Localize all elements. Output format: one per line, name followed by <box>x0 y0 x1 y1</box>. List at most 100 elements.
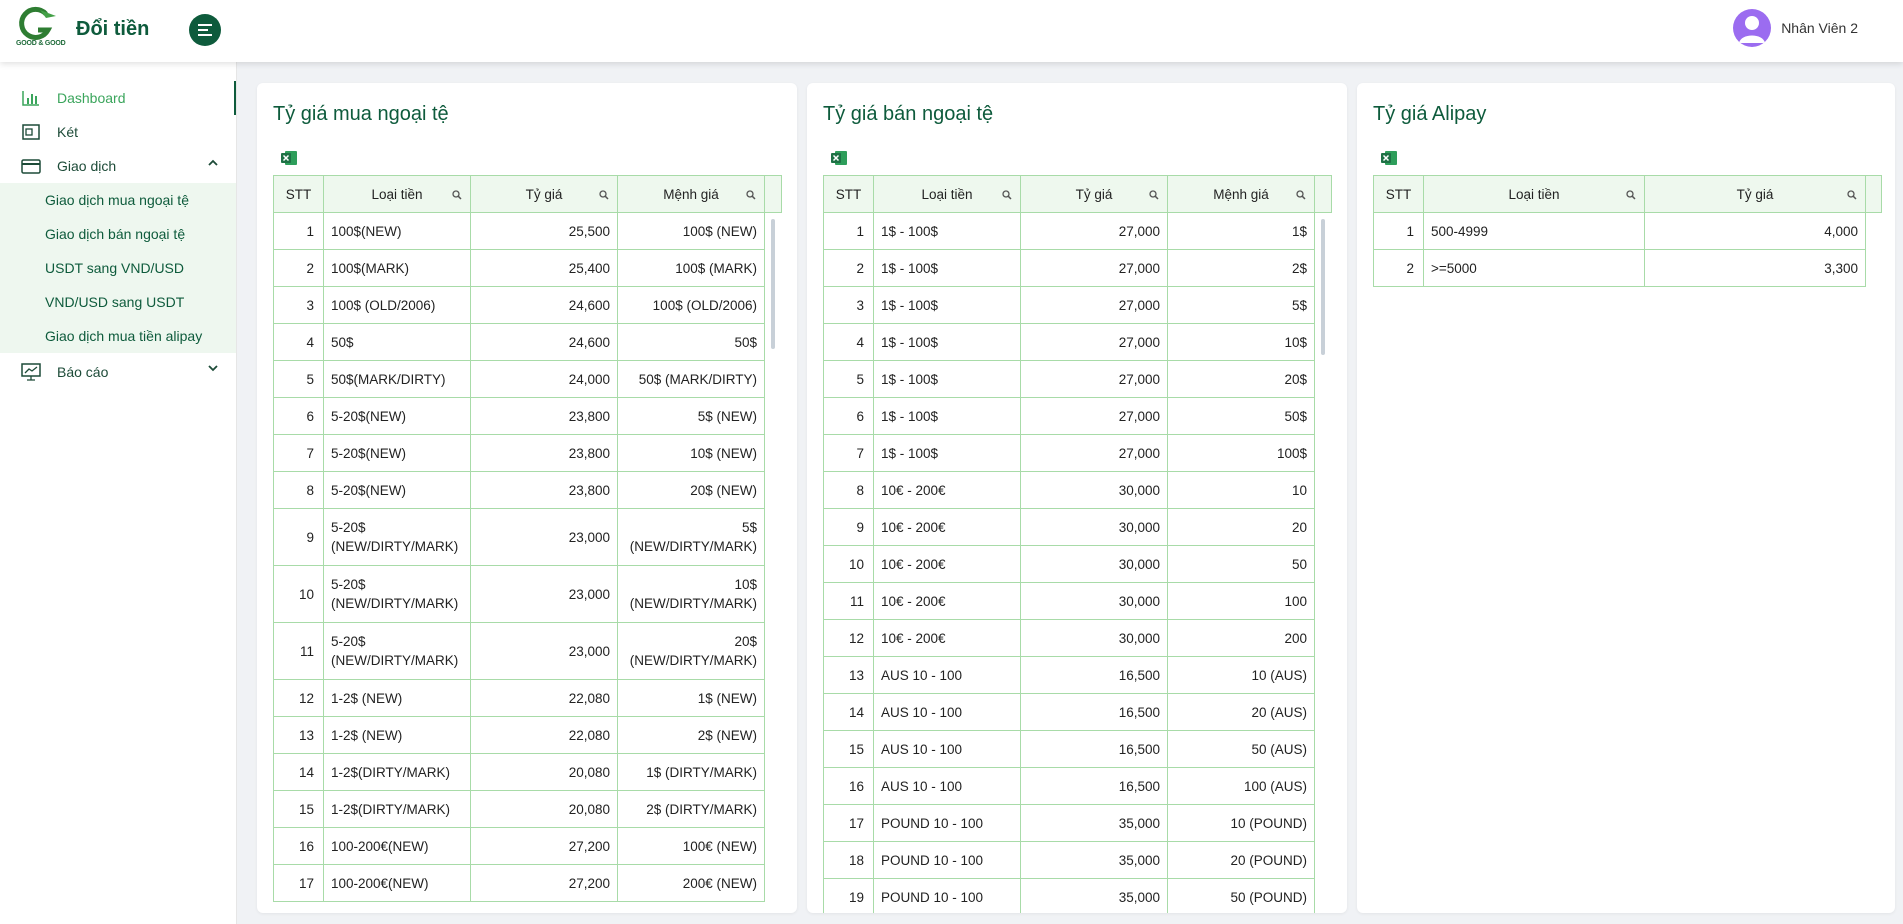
cell-stt: 6 <box>823 397 874 435</box>
search-icon[interactable] <box>746 188 756 203</box>
sidebar-item-dashboard[interactable]: Dashboard <box>0 81 236 115</box>
column-header-currency-type[interactable]: Loại tiền <box>873 175 1021 213</box>
table-row[interactable]: 14 1-2$(DIRTY/MARK) 20,080 1$ (DIRTY/MARK) <box>273 753 782 791</box>
table-row[interactable]: 1 100$(NEW) 25,500 100$ (NEW) <box>273 212 782 250</box>
table-row[interactable]: 5 50$(MARK/DIRTY) 24,000 50$ (MARK/DIRTY) <box>273 360 782 398</box>
column-header-stt[interactable]: STT <box>1373 175 1424 213</box>
table-cell: 27,000 <box>1020 434 1168 472</box>
table-row[interactable]: 17 100-200€(NEW) 27,200 200€ (NEW) <box>273 864 782 902</box>
table-row[interactable]: 11 10€ - 200€ 30,000 100 <box>823 582 1332 620</box>
table-row[interactable]: 16 AUS 10 - 100 16,500 100 (AUS) <box>823 767 1332 805</box>
sidebar-subitem-ban-ngoai-te[interactable]: Giao dịch bán ngoại tệ <box>0 217 236 251</box>
table-cell: 50$ <box>617 323 765 361</box>
table-row[interactable]: 1 1$ - 100$ 27,000 1$ <box>823 212 1332 250</box>
table-row[interactable]: 2 100$(MARK) 25,400 100$ (MARK) <box>273 249 782 287</box>
sidebar-item-ket[interactable]: Két <box>0 115 236 149</box>
table-row[interactable]: 9 5-20$ (NEW/DIRTY/MARK) 23,000 5$ (NEW/DIR… <box>273 508 782 566</box>
table-row[interactable]: 14 AUS 10 - 100 16,500 20 (AUS) <box>823 693 1332 731</box>
column-header-currency-type[interactable]: Loại tiền <box>1423 175 1645 213</box>
table-row[interactable]: 11 5-20$ (NEW/DIRTY/MARK) 23,000 20$ (NEW/D… <box>273 622 782 680</box>
table-row[interactable]: 13 AUS 10 - 100 16,500 10 (AUS) <box>823 656 1332 694</box>
table-row[interactable]: 10 10€ - 200€ 30,000 50 <box>823 545 1332 583</box>
search-icon[interactable] <box>1847 188 1857 203</box>
cell-stt: 15 <box>273 790 324 828</box>
table-row[interactable]: 2 >=5000 3,300 <box>1373 249 1882 287</box>
table-cell: 1$ - 100$ <box>873 434 1021 472</box>
sidebar-subitem-mua-ngoai-te[interactable]: Giao dịch mua ngoại tệ <box>0 183 236 217</box>
excel-export-icon[interactable] <box>830 150 848 169</box>
table-row[interactable]: 4 50$ 24,600 50$ <box>273 323 782 361</box>
table-cell: 27,000 <box>1020 323 1168 361</box>
buy-table-scrollbar[interactable] <box>771 219 775 349</box>
excel-export-icon[interactable] <box>1380 150 1398 169</box>
user-menu[interactable]: Nhân Viên 2 <box>1733 9 1858 47</box>
table-row[interactable]: 15 1-2$(DIRTY/MARK) 20,080 2$ (DIRTY/MARK) <box>273 790 782 828</box>
table-row[interactable]: 19 POUND 10 - 100 35,000 50 (POUND) <box>823 878 1332 913</box>
table-row[interactable]: 3 100$ (OLD/2006) 24,600 100$ (OLD/2006) <box>273 286 782 324</box>
sidebar-subitem-vnd-to-usdt[interactable]: VND/USD sang USDT <box>0 285 236 319</box>
scrollbar-header-spacer <box>1865 175 1882 213</box>
table-cell: 20 (AUS) <box>1167 693 1315 731</box>
table-row[interactable]: 7 1$ - 100$ 27,000 100$ <box>823 434 1332 472</box>
cell-stt: 13 <box>273 716 324 754</box>
table-row[interactable]: 15 AUS 10 - 100 16,500 50 (AUS) <box>823 730 1332 768</box>
table-row[interactable]: 16 100-200€(NEW) 27,200 100€ (NEW) <box>273 827 782 865</box>
table-cell: 23,000 <box>470 622 618 680</box>
table-row[interactable]: 3 1$ - 100$ 27,000 5$ <box>823 286 1332 324</box>
avatar[interactable] <box>1733 9 1772 47</box>
search-icon[interactable] <box>1296 188 1306 203</box>
table-row[interactable]: 7 5-20$(NEW) 23,800 10$ (NEW) <box>273 434 782 472</box>
table-row[interactable]: 6 5-20$(NEW) 23,800 5$ (NEW) <box>273 397 782 435</box>
excel-export-icon[interactable] <box>280 150 298 169</box>
table-row[interactable]: 9 10€ - 200€ 30,000 20 <box>823 508 1332 546</box>
table-row[interactable]: 10 5-20$ (NEW/DIRTY/MARK) 23,000 10$ (NEW/D… <box>273 565 782 623</box>
table-cell: 23,000 <box>470 508 618 566</box>
search-icon[interactable] <box>599 188 609 203</box>
table-cell: 25,400 <box>470 249 618 287</box>
column-header-stt[interactable]: STT <box>273 175 324 213</box>
table-row[interactable]: 6 1$ - 100$ 27,000 50$ <box>823 397 1332 435</box>
table-cell: 2$ <box>1167 249 1315 287</box>
cell-stt: 11 <box>273 622 324 680</box>
column-header-rate[interactable]: Tỷ giá <box>1020 175 1168 213</box>
sidebar-subitem-usdt-to-vnd[interactable]: USDT sang VND/USD <box>0 251 236 285</box>
table-cell: 23,000 <box>470 565 618 623</box>
column-header-rate[interactable]: Tỷ giá <box>470 175 618 213</box>
table-cell: 100 (AUS) <box>1167 767 1315 805</box>
column-header-currency-type[interactable]: Loại tiền <box>323 175 471 213</box>
sidebar-item-giao-dich[interactable]: Giao dịch <box>0 149 236 183</box>
sell-rates-table: STT Loại tiền Tỷ giá Mệnh giá 1 1$ - 100$… <box>823 175 1332 913</box>
sell-table-scrollbar[interactable] <box>1321 219 1325 355</box>
search-icon[interactable] <box>452 188 462 203</box>
table-row[interactable]: 12 10€ - 200€ 30,000 200 <box>823 619 1332 657</box>
table-row[interactable]: 12 1-2$ (NEW) 22,080 1$ (NEW) <box>273 679 782 717</box>
column-header-denomination[interactable]: Mệnh giá <box>617 175 765 213</box>
table-row[interactable]: 17 POUND 10 - 100 35,000 10 (POUND) <box>823 804 1332 842</box>
table-cell: 50 (POUND) <box>1167 878 1315 913</box>
cell-stt: 13 <box>823 656 874 694</box>
column-header-denomination[interactable]: Mệnh giá <box>1167 175 1315 213</box>
menu-toggle-button[interactable] <box>189 14 221 46</box>
table-cell: 5$ (NEW/DIRTY/MARK) <box>617 508 765 566</box>
chevron-up-icon <box>208 159 218 166</box>
search-icon[interactable] <box>1149 188 1159 203</box>
table-cell: 100$ (OLD/2006) <box>323 286 471 324</box>
table-row[interactable]: 13 1-2$ (NEW) 22,080 2$ (NEW) <box>273 716 782 754</box>
table-row[interactable]: 18 POUND 10 - 100 35,000 20 (POUND) <box>823 841 1332 879</box>
cell-stt: 15 <box>823 730 874 768</box>
column-header-stt[interactable]: STT <box>823 175 874 213</box>
safe-icon <box>20 123 42 141</box>
table-row[interactable]: 8 5-20$(NEW) 23,800 20$ (NEW) <box>273 471 782 509</box>
table-cell: 20$ (NEW/DIRTY/MARK) <box>617 622 765 680</box>
sidebar-item-bao-cao[interactable]: Báo cáo <box>0 355 236 389</box>
column-header-rate[interactable]: Tỷ giá <box>1644 175 1866 213</box>
table-row[interactable]: 4 1$ - 100$ 27,000 10$ <box>823 323 1332 361</box>
sidebar-subitem-mua-alipay[interactable]: Giao dịch mua tiền alipay <box>0 319 236 353</box>
table-row[interactable]: 2 1$ - 100$ 27,000 2$ <box>823 249 1332 287</box>
search-icon[interactable] <box>1002 188 1012 203</box>
table-row[interactable]: 1 500-4999 4,000 <box>1373 212 1882 250</box>
table-row[interactable]: 8 10€ - 200€ 30,000 10 <box>823 471 1332 509</box>
table-cell: 10$ <box>1167 323 1315 361</box>
search-icon[interactable] <box>1626 188 1636 203</box>
table-row[interactable]: 5 1$ - 100$ 27,000 20$ <box>823 360 1332 398</box>
